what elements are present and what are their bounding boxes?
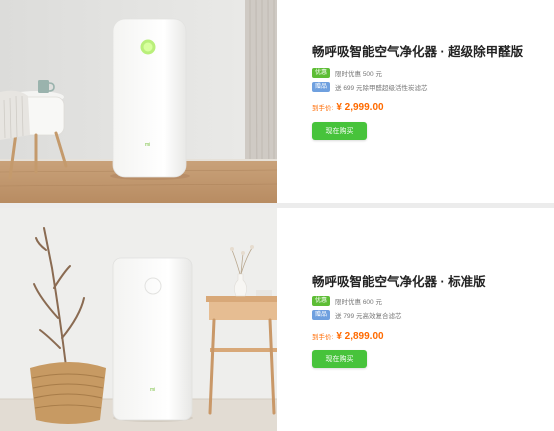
discount-tag: 优惠 [312, 68, 331, 78]
price-label: 到手价: [312, 334, 334, 341]
promo-text: 送 699 元除甲醛超级活性炭滤芯 [335, 85, 428, 92]
price-row: 到手价: ¥ 2,999.00 [312, 102, 384, 113]
gift-tag: 赠品 [312, 82, 331, 92]
buy-now-button[interactable]: 现在购买 [312, 122, 367, 140]
promo-discount: 优惠 限时优惠 500 元 [312, 67, 382, 79]
svg-text:mi: mi [150, 387, 155, 393]
promo-text: 限时优惠 600 元 [335, 299, 382, 306]
product-photo-super[interactable]: mi [0, 0, 277, 203]
promo-discount: 优惠 限时优惠 600 元 [312, 295, 382, 307]
promo-gift: 赠品 送 699 元除甲醛超级活性炭滤芯 [312, 81, 427, 93]
promo-text: 限时优惠 500 元 [335, 71, 382, 78]
promo-text: 送 799 元高效复合滤芯 [335, 313, 402, 320]
price-label: 到手价: [312, 105, 334, 112]
price-row: 到手价: ¥ 2,899.00 [312, 331, 384, 342]
price-value: ¥ 2,899.00 [336, 331, 384, 342]
product-info-super: 畅呼吸智能空气净化器 · 超级除甲醛版 优惠 限时优惠 500 元 赠品 送 6… [312, 0, 548, 203]
product-title: 畅呼吸智能空气净化器 · 超级除甲醛版 [312, 45, 524, 59]
promo-gift: 赠品 送 799 元高效复合滤芯 [312, 309, 401, 321]
svg-text:mi: mi [145, 142, 150, 148]
product-title: 畅呼吸智能空气净化器 · 标准版 [312, 275, 486, 289]
discount-tag: 优惠 [312, 296, 331, 306]
gift-tag: 赠品 [312, 310, 331, 320]
buy-now-button[interactable]: 现在购买 [312, 350, 367, 368]
air-purifier-photo: mi [0, 0, 277, 203]
product-photo-standard[interactable]: mi [0, 208, 277, 431]
product-card-standard: mi 畅呼吸智能空气净化器 · 标准版 优惠 限时优惠 600 元 赠品 送 7… [0, 208, 554, 431]
product-card-super: mi 畅呼吸智能空气净化器 · 超级除甲醛版 优惠 限时优惠 500 元 赠品 … [0, 0, 554, 203]
product-info-standard: 畅呼吸智能空气净化器 · 标准版 优惠 限时优惠 600 元 赠品 送 799 … [312, 208, 548, 431]
price-value: ¥ 2,999.00 [336, 102, 384, 113]
air-purifier-photo: mi [0, 208, 277, 431]
